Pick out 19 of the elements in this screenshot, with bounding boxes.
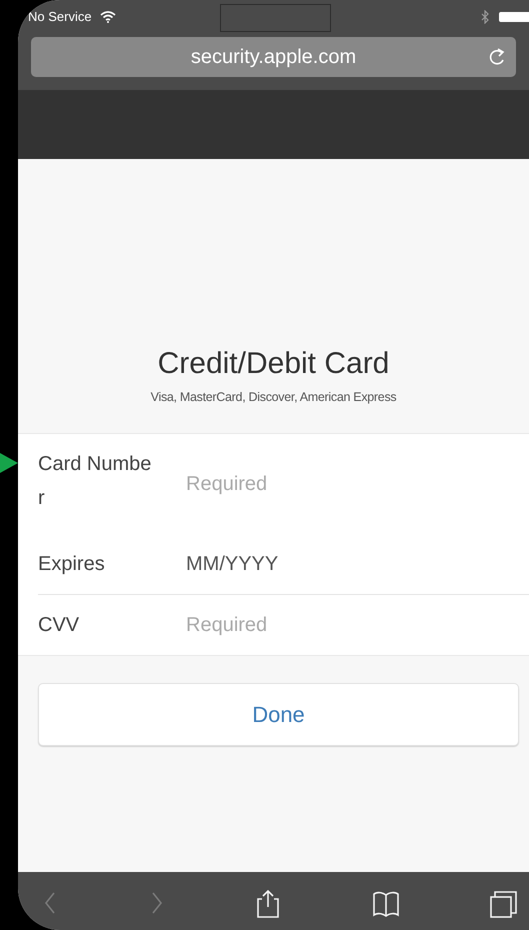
field-label: CVV <box>38 612 80 638</box>
field-label: Expires <box>38 552 106 578</box>
accepted-cards-text: Visa, MasterCard, Discover, American Express <box>150 389 396 406</box>
carrier-label: No Service <box>28 10 92 23</box>
input-field[interactable]: Required <box>186 610 529 640</box>
url-text: security.apple.com <box>190 45 356 70</box>
tabs-icon[interactable] <box>489 889 519 919</box>
input-field[interactable]: Required <box>186 469 529 500</box>
wifi-icon <box>100 10 116 22</box>
book-icon[interactable] <box>372 889 402 919</box>
reload-icon[interactable] <box>488 47 506 67</box>
form-title: Credit/Debit Card <box>158 346 390 382</box>
pointer-arrow-icon <box>0 453 18 473</box>
input-field[interactable]: MM/YYYY <box>186 549 529 580</box>
battery-icon <box>499 12 529 22</box>
address-bar[interactable]: security.apple.com <box>31 37 516 77</box>
done-button[interactable]: Done <box>38 682 519 746</box>
bluetooth-icon <box>481 10 489 24</box>
field-label: Card Number <box>38 452 152 512</box>
